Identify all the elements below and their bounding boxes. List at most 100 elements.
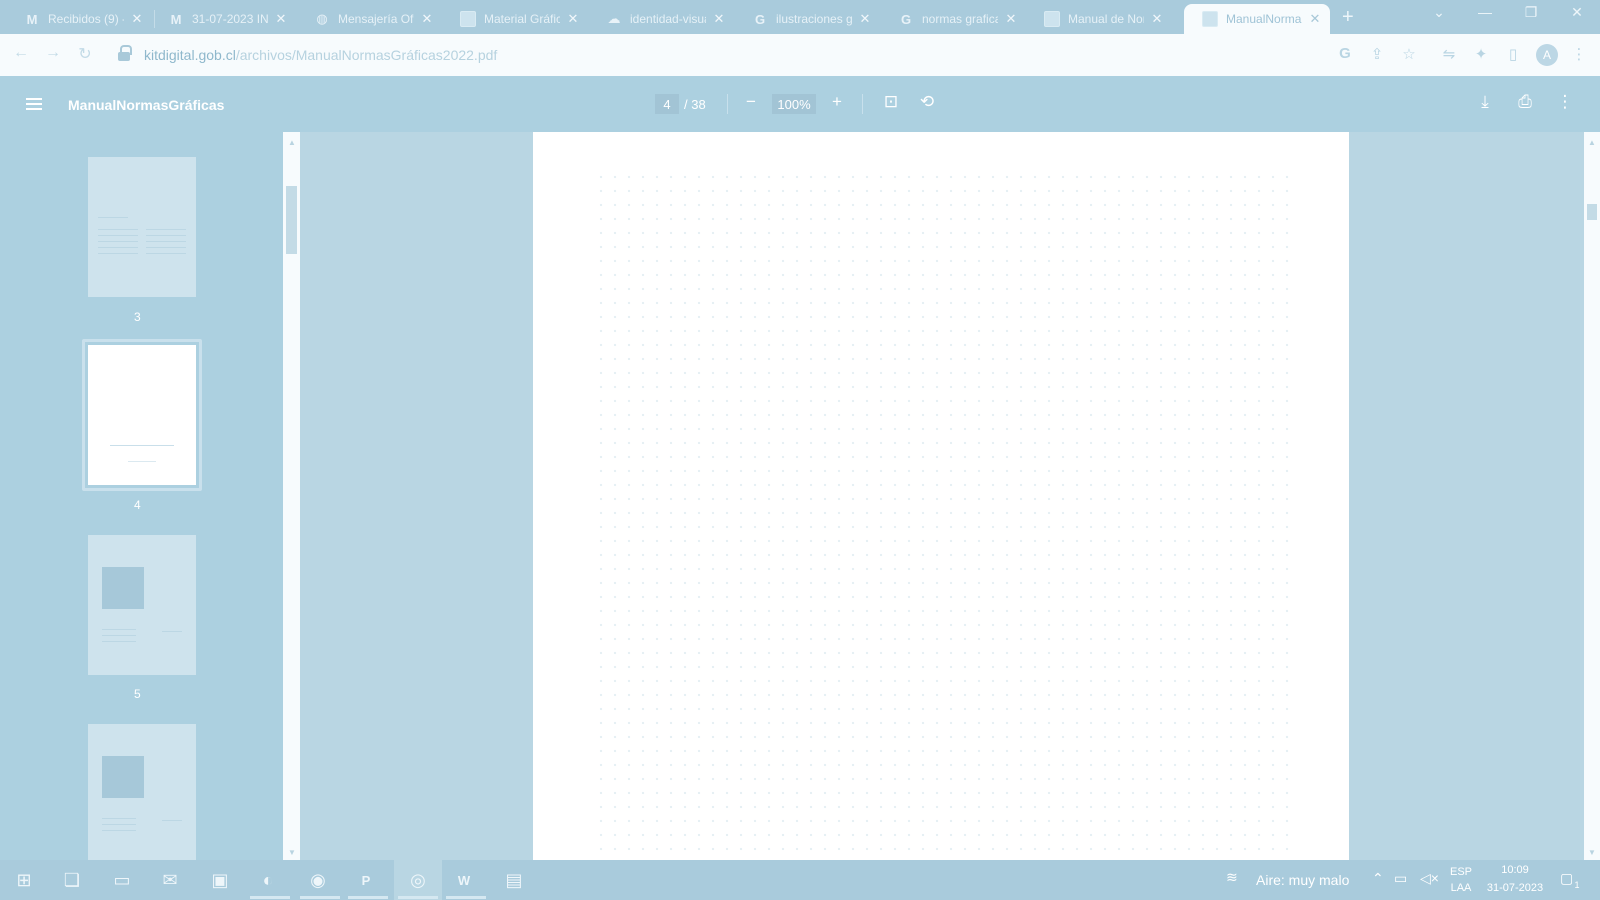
- zoom-in-icon[interactable]: +: [826, 92, 848, 112]
- network-icon[interactable]: ▭: [1394, 870, 1407, 887]
- globe-icon: ◍: [316, 11, 328, 26]
- gmail-icon: M: [170, 11, 182, 27]
- rotate-icon[interactable]: ⟲: [916, 92, 938, 112]
- google-lens-icon[interactable]: G: [1334, 45, 1356, 62]
- sidebar-scroll-thumb[interactable]: [286, 186, 297, 254]
- thumb-line: [98, 253, 138, 254]
- document-scrollbar[interactable]: [1584, 132, 1600, 860]
- page-thumbnail-6[interactable]: [88, 724, 196, 860]
- print-icon[interactable]: ⎙: [1514, 92, 1536, 112]
- new-tab-button[interactable]: +: [1342, 6, 1354, 29]
- gmail-icon: M: [26, 11, 38, 27]
- tab-gmail-informe[interactable]: M 31-07-2023 INF ✕: [150, 4, 296, 34]
- thumb-line: [146, 235, 186, 236]
- thumbnail-sidebar: 3 4 5: [0, 132, 300, 860]
- forward-arrow-icon[interactable]: →: [42, 44, 64, 62]
- air-quality-text[interactable]: Aire: muy malo: [1256, 872, 1349, 888]
- page-thumbnail-5[interactable]: [88, 535, 196, 675]
- tab-manual-normas-pdf-active[interactable]: ManualNorma ✕: [1184, 4, 1330, 34]
- scroll-up-arrow-icon[interactable]: ▲: [1588, 138, 1596, 147]
- running-indicator: [300, 896, 340, 899]
- current-page-input[interactable]: 4: [655, 94, 679, 114]
- volume-muted-icon[interactable]: ◁×: [1420, 870, 1439, 887]
- profile-avatar[interactable]: A: [1536, 44, 1558, 66]
- tab-title: normas grafica: [922, 12, 998, 26]
- tab-search-chevron-icon[interactable]: ⌄: [1424, 4, 1454, 21]
- clock-time[interactable]: 10:09: [1482, 864, 1548, 876]
- extensions-puzzle-icon[interactable]: ✦: [1470, 45, 1492, 63]
- close-icon[interactable]: ✕: [1308, 11, 1322, 27]
- close-icon[interactable]: ✕: [858, 11, 872, 27]
- store-icon[interactable]: ▣: [208, 868, 232, 892]
- bookmark-star-icon[interactable]: ☆: [1398, 45, 1420, 63]
- keyboard-layout[interactable]: LAA: [1446, 882, 1476, 894]
- edge-icon[interactable]: ◐: [256, 868, 280, 892]
- scroll-up-arrow-icon[interactable]: ▲: [288, 138, 296, 147]
- reload-icon[interactable]: ↻: [74, 44, 96, 64]
- close-icon[interactable]: ✕: [566, 11, 580, 27]
- close-icon[interactable]: ✕: [1150, 11, 1164, 27]
- tab-title: Material Gráfic: [484, 12, 560, 26]
- back-arrow-icon[interactable]: ←: [10, 44, 32, 62]
- scroll-down-arrow-icon[interactable]: ▼: [1588, 848, 1596, 857]
- toolbar-divider: [862, 94, 863, 114]
- mail-icon[interactable]: ✉: [158, 868, 182, 892]
- tab-ilustraciones[interactable]: G ilustraciones go ✕: [734, 4, 880, 34]
- close-icon[interactable]: ✕: [130, 11, 144, 27]
- tab-gmail-inbox[interactable]: M Recibidos (9) - a ✕: [6, 4, 152, 34]
- close-icon[interactable]: ✕: [1004, 11, 1018, 27]
- word-icon[interactable]: W: [452, 868, 476, 892]
- tab-title: Mensajería Ofic: [338, 12, 414, 26]
- zoom-level-input[interactable]: 100%: [772, 94, 816, 114]
- zoom-out-icon[interactable]: −: [740, 92, 762, 112]
- thumb-line: [98, 217, 128, 218]
- input-language[interactable]: ESP: [1446, 866, 1476, 878]
- address-bar[interactable]: kitdigital.gob.cl/archivos/ManualNormasG…: [118, 40, 1318, 70]
- windows-start-icon[interactable]: ⊞: [12, 868, 36, 892]
- tab-title: identidad-visua: [630, 12, 706, 26]
- restore-icon[interactable]: ❐: [1516, 4, 1546, 21]
- close-icon[interactable]: ✕: [420, 11, 434, 27]
- thumb-line: [146, 241, 186, 242]
- file-explorer-icon[interactable]: ▭: [110, 868, 134, 892]
- tab-title: ManualNorma: [1226, 12, 1302, 26]
- publisher-icon[interactable]: P: [354, 868, 378, 892]
- air-quality-icon[interactable]: ≋: [1226, 869, 1238, 886]
- browser-menu-icon[interactable]: ⋮: [1568, 45, 1590, 63]
- chrome-icon[interactable]: ◉: [306, 868, 330, 892]
- document-scroll-thumb[interactable]: [1587, 204, 1597, 220]
- minimize-icon[interactable]: —: [1470, 4, 1500, 20]
- tab-normas-graficas[interactable]: G normas grafica ✕: [880, 4, 1026, 34]
- tab-identidad-visual[interactable]: ☁ identidad-visua ✕: [588, 4, 734, 34]
- fit-to-page-icon[interactable]: ⊡: [880, 92, 902, 112]
- calculator-icon[interactable]: ▤: [502, 868, 526, 892]
- task-view-icon[interactable]: ❏: [60, 868, 84, 892]
- page-thumbnail-4[interactable]: [88, 345, 196, 485]
- close-icon[interactable]: ✕: [712, 11, 726, 27]
- chrome-profile-icon[interactable]: ◎: [406, 868, 430, 892]
- show-hidden-icons-chevron-icon[interactable]: ⌃: [1372, 870, 1384, 887]
- document-title: ManualNormasGráficas: [68, 97, 225, 113]
- tab-title: Recibidos (9) - a: [48, 12, 124, 26]
- clock-date[interactable]: 31-07-2023: [1482, 882, 1548, 894]
- menu-hamburger-icon[interactable]: [26, 98, 42, 110]
- tab-manual-normas[interactable]: Manual de Nor ✕: [1026, 4, 1172, 34]
- tab-mensajeria[interactable]: ◍ Mensajería Ofic ✕: [296, 4, 442, 34]
- share-icon[interactable]: ⇪: [1366, 45, 1388, 63]
- side-panel-icon[interactable]: ▯: [1502, 45, 1524, 63]
- thumb-line: [162, 631, 182, 632]
- running-indicator: [446, 896, 486, 899]
- window-close-icon[interactable]: ✕: [1562, 4, 1592, 21]
- more-actions-icon[interactable]: ⋮: [1554, 92, 1576, 112]
- download-icon[interactable]: ⤓: [1474, 92, 1496, 112]
- toolbar-divider: [727, 94, 728, 114]
- url-path: /archivos/ManualNormasGráficas2022.pdf: [235, 47, 498, 63]
- close-icon[interactable]: ✕: [274, 11, 288, 27]
- page-thumbnail-3[interactable]: [88, 157, 196, 297]
- tab-material-grafico[interactable]: Material Gráfic ✕: [442, 4, 588, 34]
- thumb-image: [102, 756, 144, 798]
- translate-icon[interactable]: ⇋: [1438, 45, 1460, 63]
- thumb-line: [102, 818, 136, 819]
- doc-icon: [1202, 11, 1218, 27]
- scroll-down-arrow-icon[interactable]: ▼: [288, 848, 296, 857]
